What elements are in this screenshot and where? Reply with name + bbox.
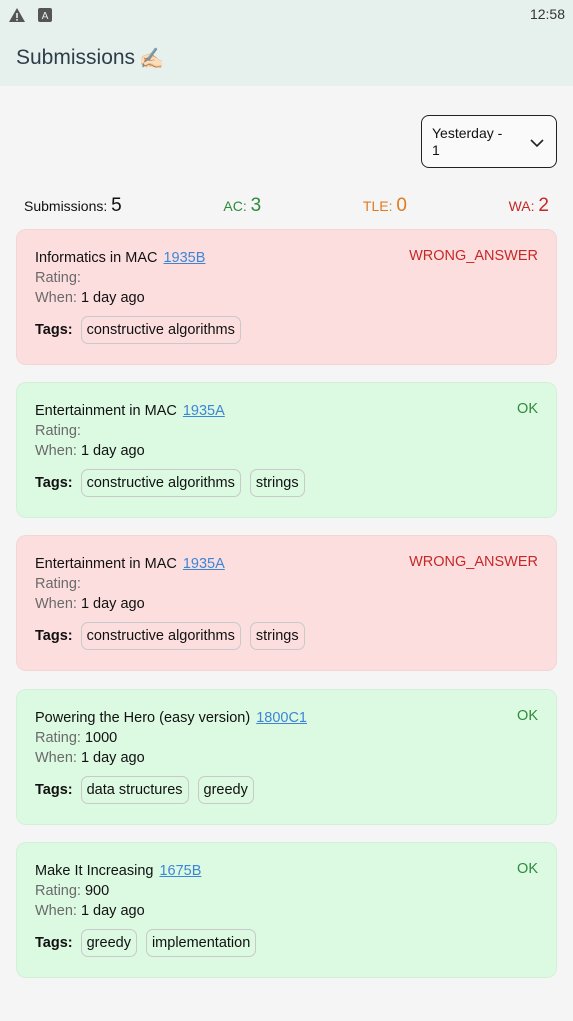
tag-chip[interactable]: constructive algorithms <box>80 316 241 344</box>
problem-title-row: Entertainment in MAC 1935A <box>35 401 538 421</box>
when-row: When: 1 day ago <box>35 748 538 768</box>
submission-card[interactable]: Entertainment in MAC 1935A WRONG_ANSWER R… <box>16 535 557 671</box>
problem-id-link[interactable]: 1800C1 <box>256 710 307 726</box>
tags-row: Tags: greedy implementation <box>35 929 538 957</box>
rating-row: Rating: 900 <box>35 881 538 901</box>
problem-name: Make It Increasing <box>35 863 154 879</box>
rating-label: Rating: <box>35 730 81 746</box>
tags-row: Tags: constructive algorithms <box>35 316 538 344</box>
verdict-label: OK <box>517 708 538 724</box>
rating-label: Rating: <box>35 576 81 592</box>
tag-chip[interactable]: constructive algorithms <box>80 469 241 497</box>
when-row: When: 1 day ago <box>35 901 538 921</box>
when-value: 1 day ago <box>80 596 145 612</box>
tags-row: Tags: constructive algorithms strings <box>35 469 538 497</box>
date-filter-line2: 1 <box>432 142 440 158</box>
when-label: When: <box>35 290 77 306</box>
submission-card[interactable]: Informatics in MAC 1935B WRONG_ANSWER Rat… <box>16 229 557 365</box>
writing-hand-icon: ✍🏻 <box>139 47 164 70</box>
rating-label: Rating: <box>35 883 81 899</box>
rating-label: Rating: <box>35 423 81 439</box>
problem-name: Entertainment in MAC <box>35 403 177 419</box>
tag-chip[interactable]: constructive algorithms <box>80 622 241 650</box>
status-bar: A 12:58 <box>0 0 573 30</box>
problem-id-link[interactable]: 1935A <box>183 556 225 572</box>
svg-text:A: A <box>42 11 49 22</box>
warning-icon <box>8 6 26 24</box>
rating-value: 1000 <box>84 730 118 746</box>
rating-row: Rating: <box>35 574 538 594</box>
rating-row: Rating: <box>35 421 538 441</box>
chevron-down-icon <box>530 135 544 152</box>
when-value: 1 day ago <box>80 750 145 766</box>
problem-title-row: Powering the Hero (easy version) 1800C1 <box>35 708 538 728</box>
tags-label: Tags: <box>35 475 73 491</box>
when-label: When: <box>35 903 77 919</box>
when-row: When: 1 day ago <box>35 594 538 614</box>
tags-label: Tags: <box>35 322 73 338</box>
rating-label: Rating: <box>35 270 81 286</box>
tags-row: Tags: data structures greedy <box>35 776 538 804</box>
when-row: When: 1 day ago <box>35 288 538 308</box>
date-filter-line1: Yesterday - <box>432 125 503 141</box>
tags-label: Tags: <box>35 782 73 798</box>
tle-count: TLE: 0 <box>362 195 407 216</box>
when-value: 1 day ago <box>80 443 145 459</box>
wa-count: WA: 2 <box>508 195 549 216</box>
problem-id-link[interactable]: 1935B <box>163 250 205 266</box>
problem-name: Powering the Hero (easy version) <box>35 710 251 726</box>
rating-row: Rating: <box>35 268 538 288</box>
page-title: Submissions <box>16 46 136 69</box>
tags-label: Tags: <box>35 628 73 644</box>
submissions-count: Submissions: 5 <box>24 195 122 216</box>
summary-bar: Submissions: 5 AC: 3 TLE: 0 WA: 2 <box>24 195 549 219</box>
verdict-label: OK <box>517 401 538 417</box>
when-label: When: <box>35 443 77 459</box>
ac-count: AC: 3 <box>223 195 262 216</box>
submission-card[interactable]: Make It Increasing 1675B OK Rating: 900 W… <box>16 842 557 978</box>
problem-id-link[interactable]: 1935A <box>183 403 225 419</box>
rating-value: 900 <box>84 883 110 899</box>
status-time: 12:58 <box>529 6 565 22</box>
problem-name: Informatics in MAC <box>35 250 158 266</box>
problem-name: Entertainment in MAC <box>35 556 177 572</box>
verdict-label: WRONG_ANSWER <box>409 554 538 570</box>
submission-card[interactable]: Entertainment in MAC 1935A OK Rating: Whe… <box>16 382 557 518</box>
tags-row: Tags: constructive algorithms strings <box>35 622 538 650</box>
when-label: When: <box>35 596 77 612</box>
when-value: 1 day ago <box>80 290 145 306</box>
verdict-label: OK <box>517 861 538 877</box>
problem-title-row: Make It Increasing 1675B <box>35 861 538 881</box>
tag-chip[interactable]: strings <box>249 622 305 650</box>
when-label: When: <box>35 750 77 766</box>
keyboard-a-icon: A <box>36 6 54 24</box>
tag-chip[interactable]: greedy <box>80 929 137 957</box>
tags-label: Tags: <box>35 935 73 951</box>
when-row: When: 1 day ago <box>35 441 538 461</box>
when-value: 1 day ago <box>80 903 145 919</box>
tag-chip[interactable]: implementation <box>145 929 257 957</box>
tag-chip[interactable]: data structures <box>80 776 189 804</box>
tag-chip[interactable]: strings <box>249 469 305 497</box>
app-bar: Submissions ✍🏻 <box>0 30 573 86</box>
verdict-label: WRONG_ANSWER <box>409 248 538 264</box>
problem-id-link[interactable]: 1675B <box>159 863 201 879</box>
rating-row: Rating: 1000 <box>35 728 538 748</box>
tag-chip[interactable]: greedy <box>197 776 254 804</box>
date-filter-dropdown[interactable]: Yesterday - 1 <box>421 115 557 168</box>
submission-card[interactable]: Powering the Hero (easy version) 1800C1 O… <box>16 689 557 825</box>
